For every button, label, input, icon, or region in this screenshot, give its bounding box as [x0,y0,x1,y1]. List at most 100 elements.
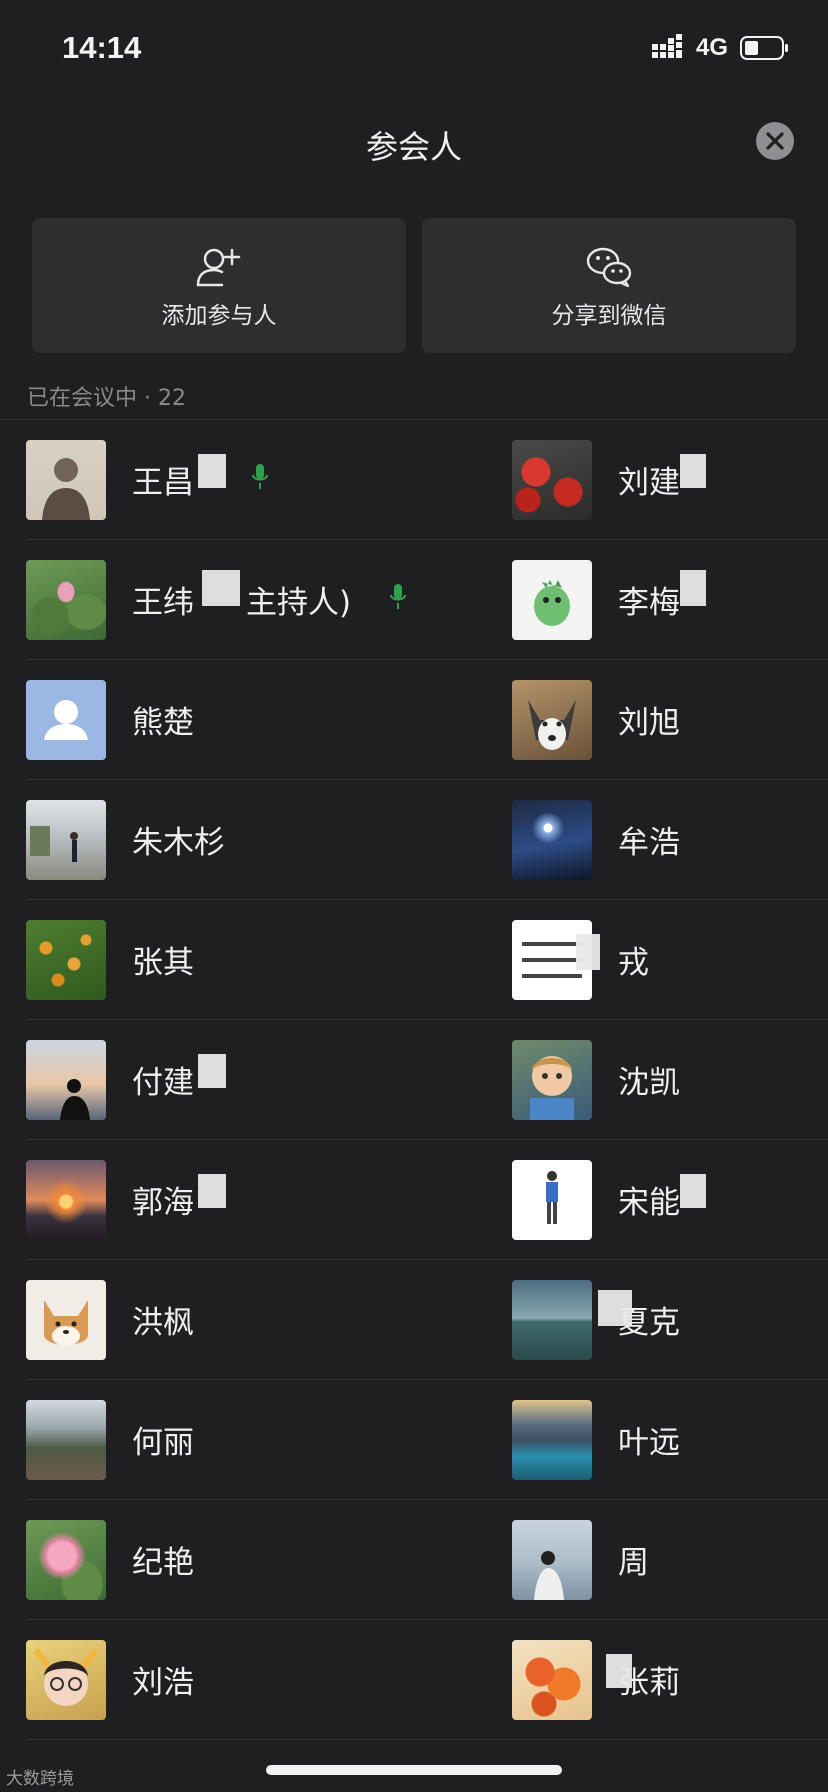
participant-row: 王昌 刘建 [0,420,828,540]
participant-name: 王昌 [132,465,194,501]
participant-item[interactable]: 纪艳 [26,1500,446,1620]
avatar [512,1400,592,1480]
header: 参会人 [0,110,828,180]
participant-row: 何丽 叶远 [0,1380,828,1500]
default-avatar-icon [44,700,88,740]
participant-name: 朱木杉 [132,825,225,861]
share-to-wechat-button[interactable]: 分享到微信 [422,218,796,353]
participant-item[interactable]: 牟浩 [512,780,828,900]
avatar [26,440,106,520]
avatar [26,680,106,760]
avatar [26,1040,106,1120]
participant-row: 刘浩 张莉 [0,1620,828,1740]
battery-icon [740,36,788,60]
redaction-mask [598,1290,632,1326]
redaction-mask [198,1174,226,1208]
participant-item[interactable]: 李梅 [512,540,828,660]
participant-name: 洪枫 [132,1305,194,1341]
status-time: 14:14 [62,30,142,65]
host-label: 主持人) [246,585,352,621]
participant-name: 何丽 [132,1425,194,1461]
home-indicator[interactable] [266,1765,562,1775]
participant-item[interactable]: 朱木杉 [26,780,446,900]
participant-name: 张其 [132,945,194,981]
participant-row: 王纬 主持人) 李梅 [0,540,828,660]
participant-item[interactable]: 周 [512,1500,828,1620]
participant-name: 沈凯 [618,1065,680,1101]
participant-item[interactable]: 王昌 [26,420,446,540]
avatar [26,1280,106,1360]
avatar [26,800,106,880]
redaction-mask [198,454,226,488]
redaction-mask [576,934,600,970]
avatar [512,1040,592,1120]
participant-item[interactable]: 刘旭 [512,660,828,780]
avatar [512,1280,592,1360]
participant-name: 宋能 [618,1185,680,1221]
participant-list: 王昌 刘建 王纬 主持人) 李梅 熊楚 刘旭 朱木杉 牟浩 张其 戎 付建 沈凯… [0,420,828,1740]
participant-name: 刘旭 [618,705,680,741]
participant-item[interactable]: 洪枫 [26,1260,446,1380]
participant-row: 张其 戎 [0,900,828,1020]
avatar [512,680,592,760]
avatar [512,800,592,880]
in-meeting-count: 已在会议中 · 22 [27,386,186,411]
redaction-mask [680,570,706,606]
wechat-icon [586,247,632,288]
participant-name: 戎 [618,945,649,981]
add-participant-label: 添加参与人 [161,303,277,329]
participant-row: 熊楚 刘旭 [0,660,828,780]
participant-item[interactable]: 戎 [512,900,828,1020]
participant-item[interactable]: 沈凯 [512,1020,828,1140]
participant-item[interactable]: 郭海 [26,1140,446,1260]
participant-name: 纪艳 [132,1545,194,1581]
avatar [512,440,592,520]
cellular-signal-icon [652,34,682,58]
participant-name: 刘建 [618,465,680,501]
redaction-mask [198,1054,226,1088]
participant-item[interactable]: 夏克 [512,1260,828,1380]
participant-name: 李梅 [618,585,680,621]
close-icon [766,132,784,150]
avatar [512,1640,592,1720]
participant-row: 洪枫 夏克 [0,1260,828,1380]
participant-item[interactable]: 叶远 [512,1380,828,1500]
participant-item[interactable]: 付建 [26,1020,446,1140]
avatar [512,1520,592,1600]
redaction-mask [606,1654,632,1688]
microphone-icon [390,584,406,609]
add-user-icon [196,248,241,287]
redaction-mask [202,570,240,606]
participant-item[interactable]: 刘建 [512,420,828,540]
avatar [26,560,106,640]
avatar [26,1520,106,1600]
participant-item[interactable]: 熊楚 [26,660,446,780]
add-participant-button[interactable]: 添加参与人 [32,218,406,353]
participant-row: 付建 沈凯 [0,1020,828,1140]
redaction-mask [680,1174,706,1208]
participant-item[interactable]: 刘浩 [26,1620,446,1740]
participant-item[interactable]: 张莉 [512,1620,828,1740]
participant-name: 周 [618,1545,649,1581]
avatar [26,1160,106,1240]
participant-name: 刘浩 [132,1665,194,1701]
avatar [26,1400,106,1480]
participant-row: 纪艳 周 [0,1500,828,1620]
participant-row: 郭海 宋能 [0,1140,828,1260]
status-bar: 14:14 4G [0,0,828,100]
page-title: 参会人 [365,128,462,166]
microphone-icon [252,464,268,489]
participant-item[interactable]: 张其 [26,900,446,1020]
participant-item[interactable]: 宋能 [512,1140,828,1260]
participant-item[interactable]: 何丽 [26,1380,446,1500]
participant-name: 付建 [132,1065,194,1101]
avatar [512,560,592,640]
redaction-mask [680,454,706,488]
participant-name: 牟浩 [618,825,680,861]
participant-item[interactable]: 王纬 主持人) [26,540,446,660]
participant-name: 郭海 [132,1185,194,1221]
network-type: 4G [696,34,729,61]
participant-row: 朱木杉 牟浩 [0,780,828,900]
close-button[interactable] [756,122,794,160]
watermark: 大数跨境 [6,1769,74,1789]
